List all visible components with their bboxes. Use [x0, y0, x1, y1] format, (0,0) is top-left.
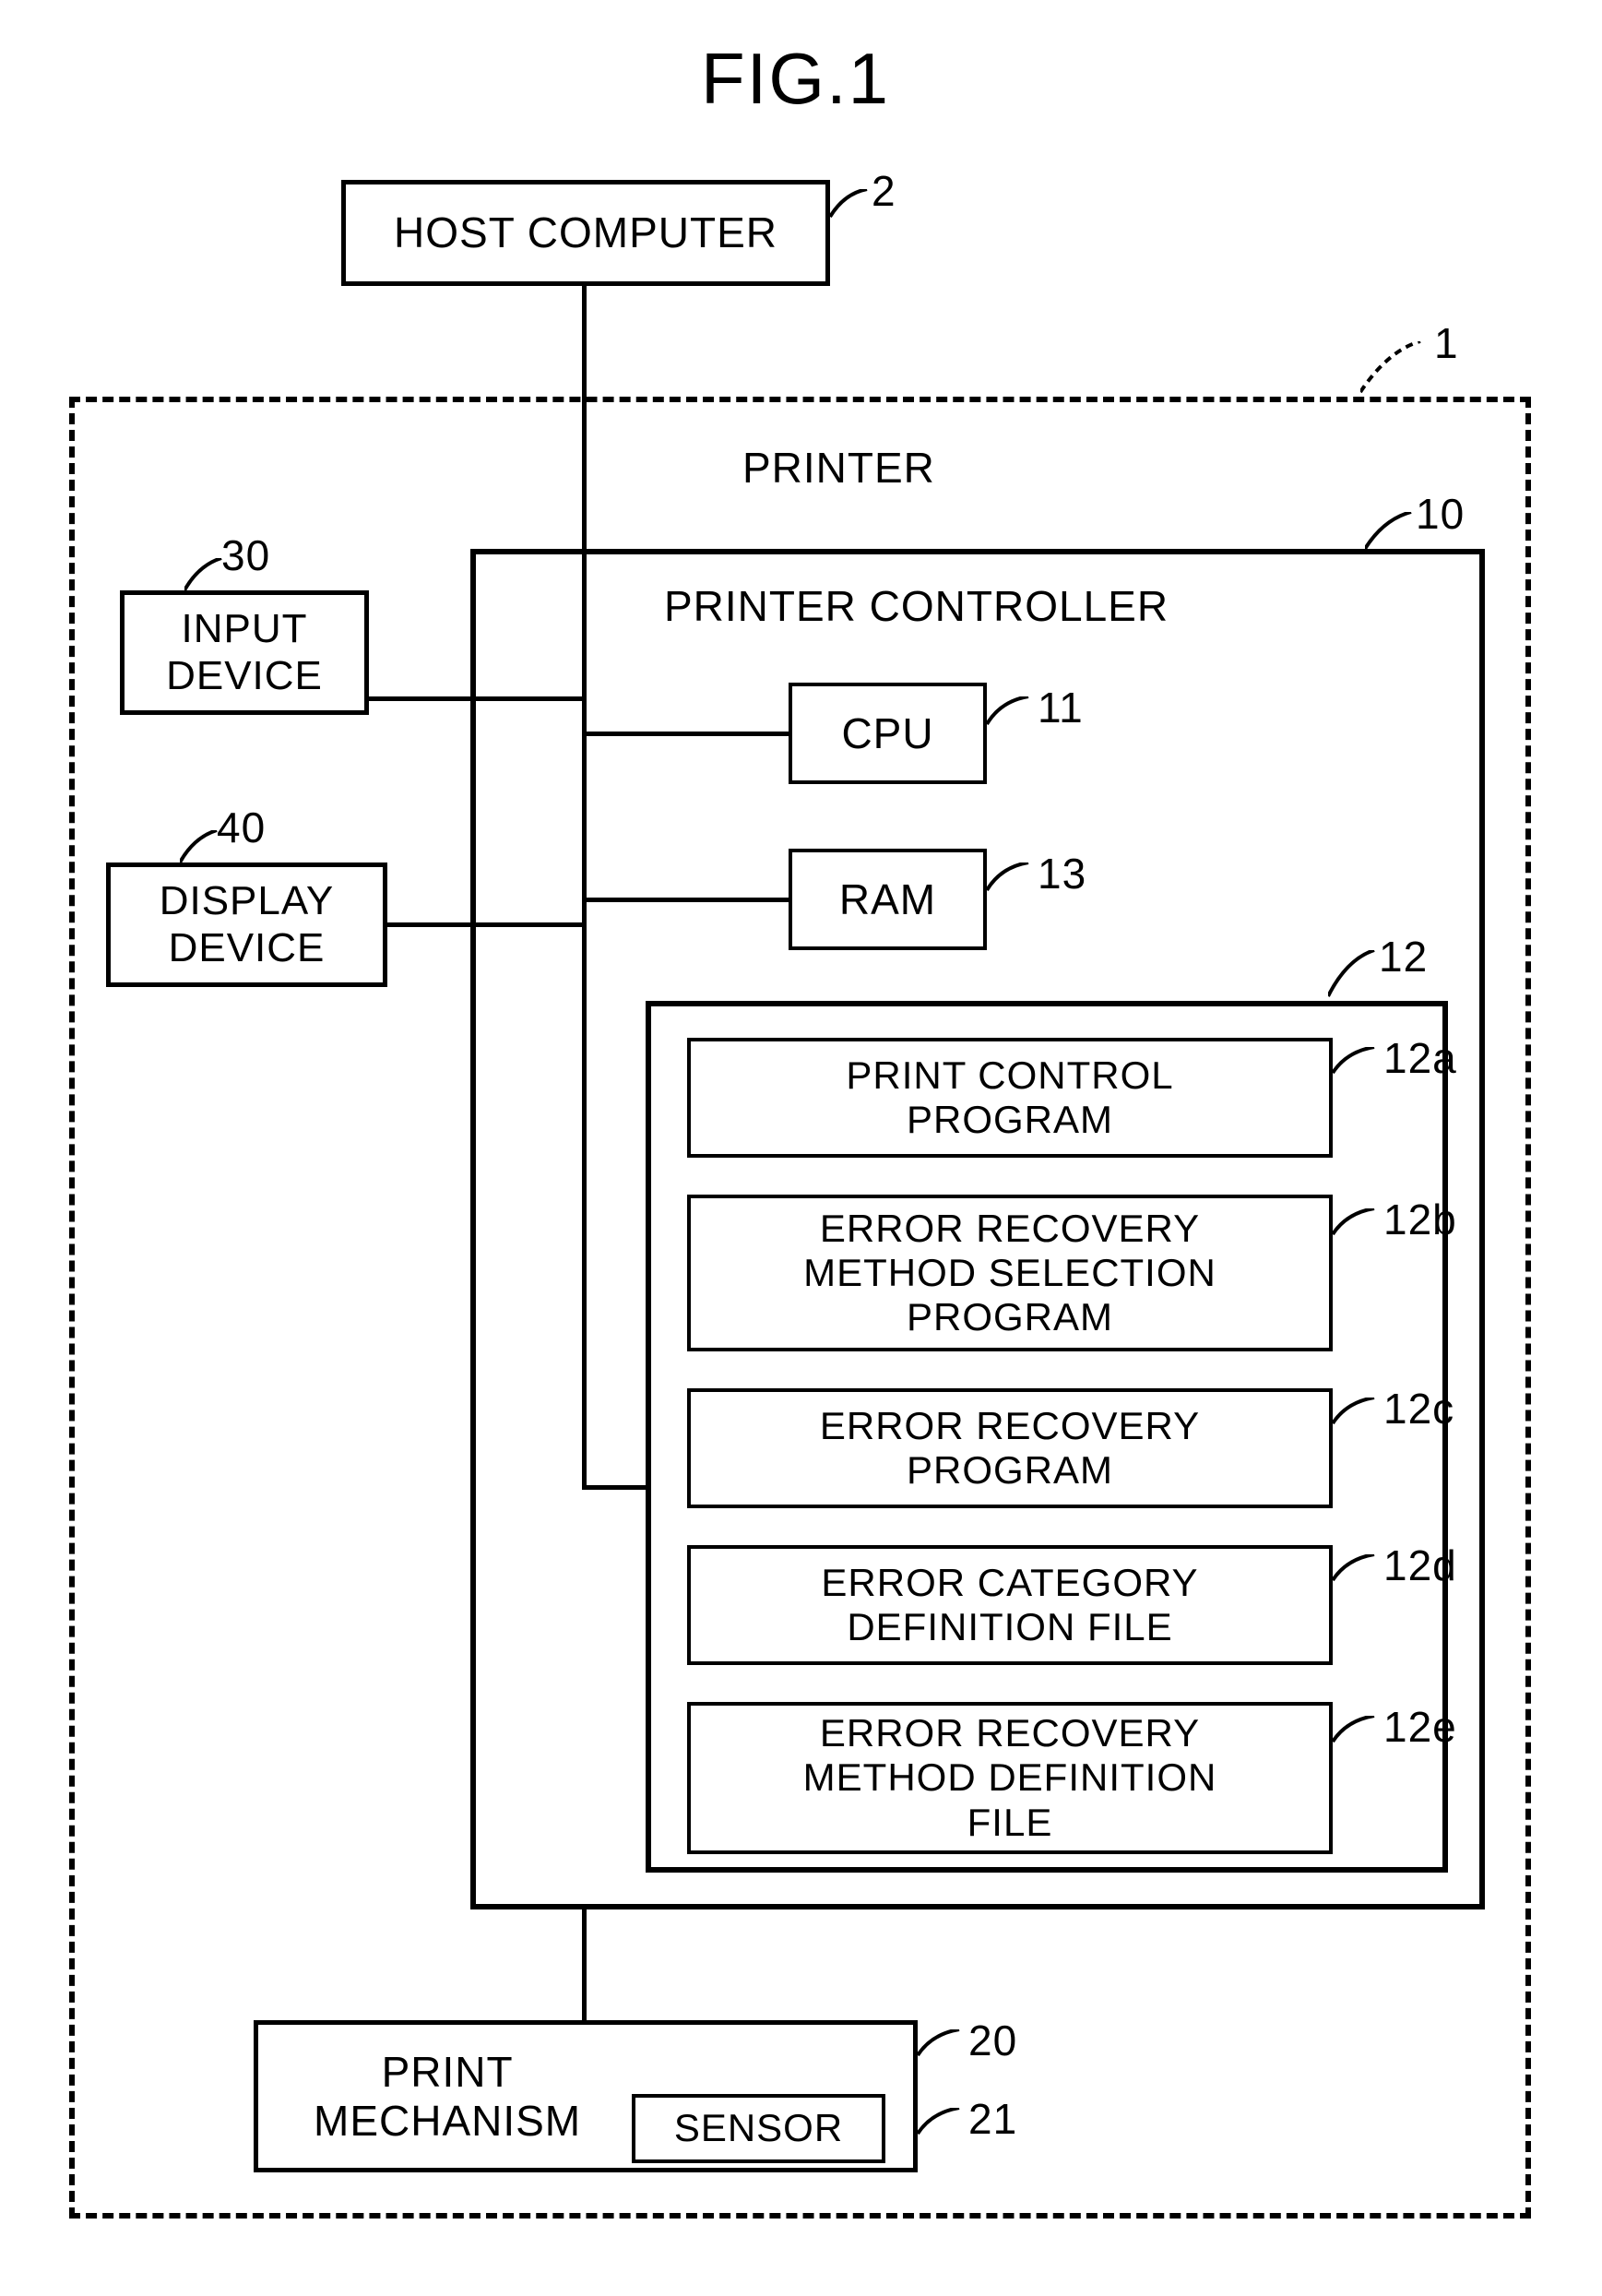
sensor-label: SENSOR: [674, 2106, 843, 2150]
ref-21: 21: [968, 2094, 1017, 2144]
ref-20: 20: [968, 2016, 1017, 2065]
item-12d: ERROR CATEGORY DEFINITION FILE: [687, 1545, 1333, 1665]
item-12a-label: PRINT CONTROL PROGRAM: [846, 1053, 1173, 1143]
ref-12d: 12d: [1383, 1541, 1457, 1590]
sensor-box: SENSOR: [632, 2094, 885, 2163]
display-device-label: DISPLAY DEVICE: [160, 878, 335, 971]
item-12b-label: ERROR RECOVERY METHOD SELECTION PROGRAM: [803, 1207, 1216, 1340]
item-12e: ERROR RECOVERY METHOD DEFINITION FILE: [687, 1702, 1333, 1854]
lead-40: [180, 830, 226, 867]
cpu-label: CPU: [841, 709, 933, 758]
item-12c-label: ERROR RECOVERY PROGRAM: [820, 1404, 1200, 1493]
ref-12: 12: [1379, 932, 1428, 981]
diagram-canvas: FIG.1 HOST COMPUTER 2 1 PRINTER INPUT DE…: [0, 0, 1602, 2296]
conn-memory: [586, 1485, 646, 1490]
lead-21: [918, 2108, 973, 2145]
item-12d-label: ERROR CATEGORY DEFINITION FILE: [821, 1561, 1198, 1650]
item-12a: PRINT CONTROL PROGRAM: [687, 1038, 1333, 1158]
lead-12d: [1333, 1554, 1388, 1591]
lead-12: [1328, 950, 1383, 1001]
ref-12e: 12e: [1383, 1702, 1457, 1752]
lead-12c: [1333, 1398, 1388, 1434]
input-device-label: INPUT DEVICE: [166, 606, 323, 699]
host-computer-box: HOST COMPUTER: [341, 180, 830, 286]
cpu-box: CPU: [789, 683, 987, 784]
input-device-box: INPUT DEVICE: [120, 590, 369, 715]
printer-label: PRINTER: [742, 443, 935, 493]
item-12e-label: ERROR RECOVERY METHOD DEFINITION FILE: [803, 1711, 1217, 1845]
conn-controller-mechanism: [582, 1909, 587, 2020]
ref-12a: 12a: [1383, 1033, 1457, 1083]
conn-cpu: [586, 732, 789, 736]
lead-20: [918, 2029, 973, 2066]
lead-12a: [1333, 1047, 1388, 1084]
display-device-box: DISPLAY DEVICE: [106, 862, 387, 987]
lead-11: [987, 696, 1038, 733]
lead-30: [184, 558, 231, 595]
bus-vertical: [582, 701, 587, 1490]
lead-13: [987, 862, 1038, 899]
ref-10: 10: [1416, 489, 1465, 539]
item-12b: ERROR RECOVERY METHOD SELECTION PROGRAM: [687, 1195, 1333, 1351]
lead-12b: [1333, 1208, 1388, 1245]
host-computer-label: HOST COMPUTER: [394, 208, 777, 257]
ram-label: RAM: [839, 875, 936, 924]
ram-box: RAM: [789, 849, 987, 950]
ref-13: 13: [1038, 849, 1086, 898]
ref-12c: 12c: [1383, 1384, 1454, 1434]
print-mechanism-box: PRINT MECHANISM SENSOR: [254, 2020, 918, 2172]
print-mechanism-label: PRINT MECHANISM: [314, 2048, 581, 2146]
lead-12e: [1333, 1716, 1388, 1753]
ref-2: 2: [872, 166, 896, 216]
ref-12b: 12b: [1383, 1195, 1457, 1244]
ref-1: 1: [1434, 318, 1459, 368]
conn-ram: [586, 898, 789, 902]
item-12c: ERROR RECOVERY PROGRAM: [687, 1388, 1333, 1508]
lead-10: [1365, 512, 1420, 553]
printer-controller-label: PRINTER CONTROLLER: [664, 581, 1169, 631]
ref-11: 11: [1038, 683, 1084, 732]
figure-title: FIG.1: [701, 37, 890, 121]
lead-1: [1360, 341, 1434, 397]
